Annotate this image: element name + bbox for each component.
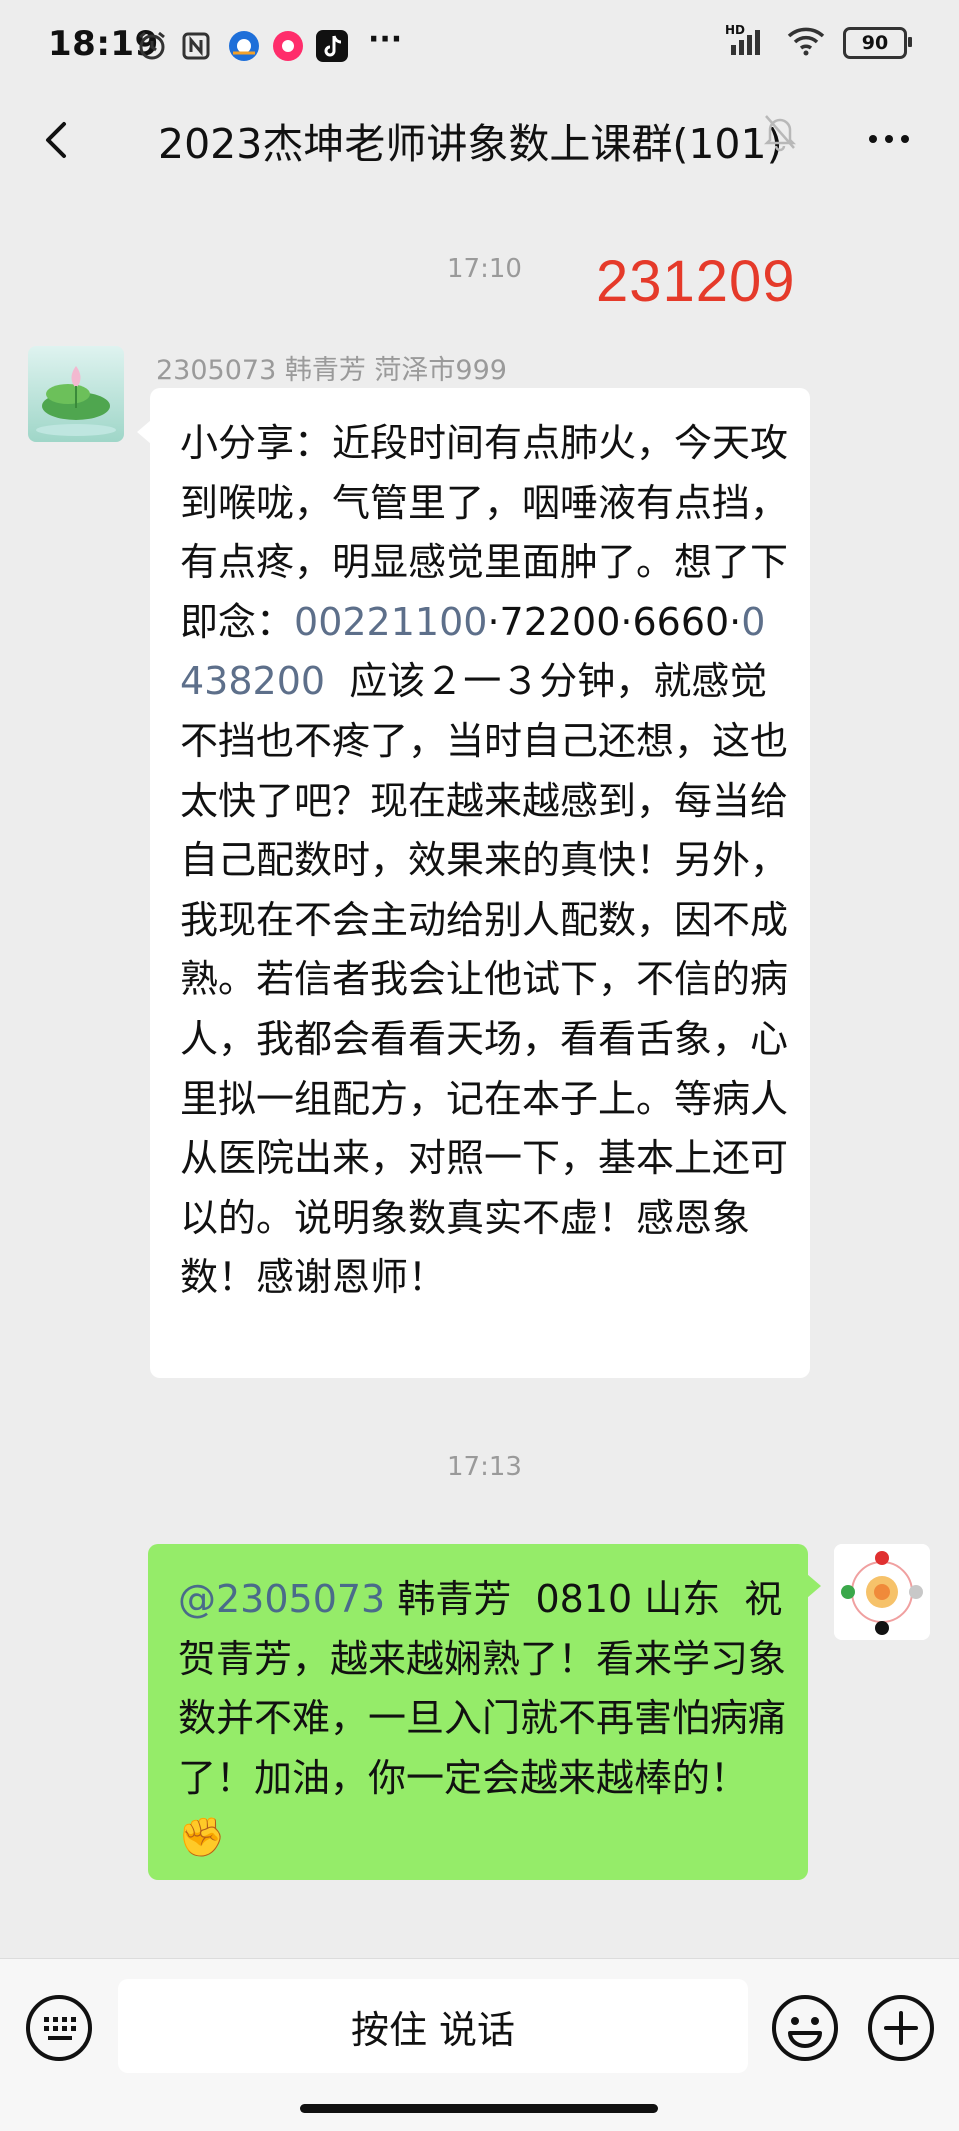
chat-header: 2023杰坤老师讲象数上课群(101) [0,92,959,188]
mention-link[interactable]: @2305073 [178,1577,385,1621]
chevron-left-icon[interactable] [30,110,90,170]
avatar[interactable] [28,346,124,442]
tiktok-icon [314,28,350,64]
message-text: @2305073 韩青芳 0810 山东 祝贺青芳，越来越娴熟了！看来学习象数并… [178,1577,787,1860]
chat-title: 2023杰坤老师讲象数上课群(101) [158,120,783,168]
nfc-icon [178,28,214,64]
message-text: 小分享：近段时间有点肺火，今天攻到喉咙，气管里了，咽唾液有点挡，有点疼，明显感觉… [180,421,789,1300]
avatar[interactable] [834,1544,930,1640]
wifi-icon [787,26,825,60]
sender-name: 2305073 韩青芳 菏泽市999 [156,355,507,386]
message-timestamp: 17:10 [447,254,522,284]
status-overflow: ··· [368,22,403,57]
red-date-stamp: 231209 [596,249,796,314]
outgoing-message-bubble[interactable]: @2305073 韩青芳 0810 山东 祝贺青芳，越来越娴熟了！看来学习象数并… [148,1544,821,1880]
plus-icon[interactable] [866,1993,936,2063]
more-icon[interactable] [859,114,919,164]
bell-off-icon [762,112,798,156]
status-bar: 18:19 ··· HD 90 [0,0,959,92]
music-app-icon [270,28,306,64]
incoming-message-bubble[interactable]: 小分享：近段时间有点肺火，今天攻到喉咙，气管里了，咽唾液有点挡，有点疼，明显感觉… [137,388,810,1378]
home-indicator[interactable] [300,2104,658,2113]
hold-to-talk-button[interactable]: 按住 说话 [118,1979,748,2073]
bank-app-icon [226,28,262,64]
smiley-icon[interactable] [770,1993,840,2063]
message-timestamp: 17:13 [447,1452,522,1482]
alarm-icon [134,28,170,64]
signal-icon: HD [725,23,769,59]
keyboard-icon[interactable] [24,1993,94,2063]
fist-emoji: ✊ [178,1815,226,1860]
battery-indicator: 90 [843,27,912,59]
number-link[interactable]: 00221100 [294,600,487,644]
